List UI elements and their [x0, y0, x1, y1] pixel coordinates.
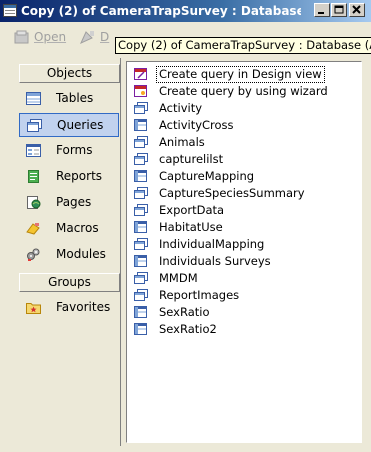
list-item-label: HabitatUse [159, 220, 223, 234]
list-item-label: CaptureMapping [159, 169, 255, 183]
wizard-icon [134, 85, 148, 97]
select-query-icon [134, 187, 148, 199]
objects-item-queries[interactable]: Queries [19, 113, 119, 137]
select-query-icon [134, 136, 148, 148]
list-item-label: capturelilst [159, 152, 224, 166]
report-icon [26, 170, 41, 183]
select-query-icon [134, 238, 148, 250]
list-item-create-wizard[interactable]: Create query by using wizard [132, 83, 357, 100]
favorites-folder-icon [26, 301, 41, 314]
select-query-icon [134, 102, 148, 114]
macro-icon [26, 222, 41, 235]
title-bar[interactable]: Copy (2) of CameraTrapSurvey : Database … [0, 0, 371, 22]
query-icon [27, 119, 42, 132]
list-item[interactable]: MMDM [132, 270, 357, 287]
crosstab-query-icon [134, 255, 148, 267]
list-item[interactable]: SexRatio [132, 304, 357, 321]
open-icon [14, 30, 30, 44]
database-icon [3, 4, 17, 17]
module-icon [26, 248, 41, 261]
list-item-label: Create query by using wizard [159, 84, 328, 98]
objects-group-header[interactable]: Objects [19, 64, 120, 83]
list-item-label: ActivityCross [159, 118, 234, 132]
maximize-icon [334, 5, 344, 14]
objects-item-tables[interactable]: Tables [19, 87, 119, 111]
open-label: Open [34, 30, 67, 44]
objects-item-label: Modules [56, 247, 106, 261]
select-query-icon [134, 204, 148, 216]
objects-item-forms[interactable]: Forms [19, 139, 119, 163]
objects-item-label: Tables [56, 91, 94, 105]
groups-header[interactable]: Groups [19, 273, 120, 292]
list-item-label: ReportImages [159, 288, 240, 302]
list-item[interactable]: CaptureMapping [132, 168, 357, 185]
objects-item-pages[interactable]: Pages [19, 191, 119, 215]
page-icon [26, 196, 41, 209]
select-query-icon [134, 289, 148, 301]
database-window: Copy (2) of CameraTrapSurvey : Database … [0, 0, 371, 452]
groups-item-favorites[interactable]: Favorites [19, 296, 119, 320]
objects-bar: Objects Tables Queries Forms Reports Pag… [15, 58, 121, 446]
design-icon [79, 30, 96, 45]
objects-item-label: Reports [56, 169, 103, 183]
list-item-label: SexRatio [159, 305, 210, 319]
crosstab-query-icon [134, 323, 148, 335]
design-button[interactable]: D [79, 28, 110, 46]
close-icon [352, 5, 361, 14]
list-item-label: Activity [159, 101, 203, 115]
form-icon [26, 144, 41, 157]
objects-item-label: Queries [57, 118, 104, 132]
list-item[interactable]: CaptureSpeciesSummary [132, 185, 357, 202]
list-item[interactable]: HabitatUse [132, 219, 357, 236]
list-item[interactable]: ExportData [132, 202, 357, 219]
open-button[interactable]: Open [14, 28, 67, 46]
query-list: Create query in Design view Create query… [126, 61, 362, 443]
objects-item-label: Forms [56, 143, 93, 157]
crosstab-query-icon [134, 170, 148, 182]
list-item[interactable]: Activity [132, 100, 357, 117]
list-item-label: CaptureSpeciesSummary [159, 186, 305, 200]
list-item-create-design[interactable]: Create query in Design view [132, 66, 357, 83]
title-tooltip: Copy (2) of CameraTrapSurvey : Database … [115, 37, 371, 54]
crosstab-query-icon [134, 119, 148, 131]
list-item-label: Create query in Design view [156, 66, 325, 83]
crosstab-query-icon [134, 306, 148, 318]
objects-item-label: Pages [56, 195, 92, 209]
list-item-label: ExportData [159, 203, 225, 217]
objects-item-reports[interactable]: Reports [19, 165, 119, 189]
window-title: Copy (2) of CameraTrapSurvey : Database … [21, 4, 301, 18]
list-item[interactable]: Individuals Surveys [132, 253, 357, 270]
list-item[interactable]: capturelilst [132, 151, 357, 168]
design-label: D [100, 30, 110, 44]
maximize-button[interactable] [331, 3, 347, 17]
list-item-label: Individuals Surveys [159, 254, 271, 268]
objects-item-label: Macros [56, 221, 99, 235]
objects-item-macros[interactable]: Macros [19, 217, 119, 241]
minimize-icon [318, 12, 324, 14]
list-item-label: MMDM [159, 271, 198, 285]
list-item[interactable]: IndividualMapping [132, 236, 357, 253]
list-item[interactable]: SexRatio2 [132, 321, 357, 338]
groups-item-label: Favorites [56, 300, 111, 314]
minimize-button[interactable] [314, 3, 330, 17]
list-item-label: SexRatio2 [159, 322, 217, 336]
list-item[interactable]: ReportImages [132, 287, 357, 304]
table-icon [26, 92, 41, 105]
crosstab-query-icon [134, 221, 148, 233]
wizard-icon [134, 68, 148, 80]
list-item[interactable]: Animals [132, 134, 357, 151]
close-button[interactable] [349, 3, 365, 17]
list-item-label: IndividualMapping [159, 237, 265, 251]
list-item-label: Animals [159, 135, 205, 149]
select-query-icon [134, 272, 148, 284]
objects-item-modules[interactable]: Modules [19, 243, 119, 267]
list-item[interactable]: ActivityCross [132, 117, 357, 134]
select-query-icon [134, 153, 148, 165]
